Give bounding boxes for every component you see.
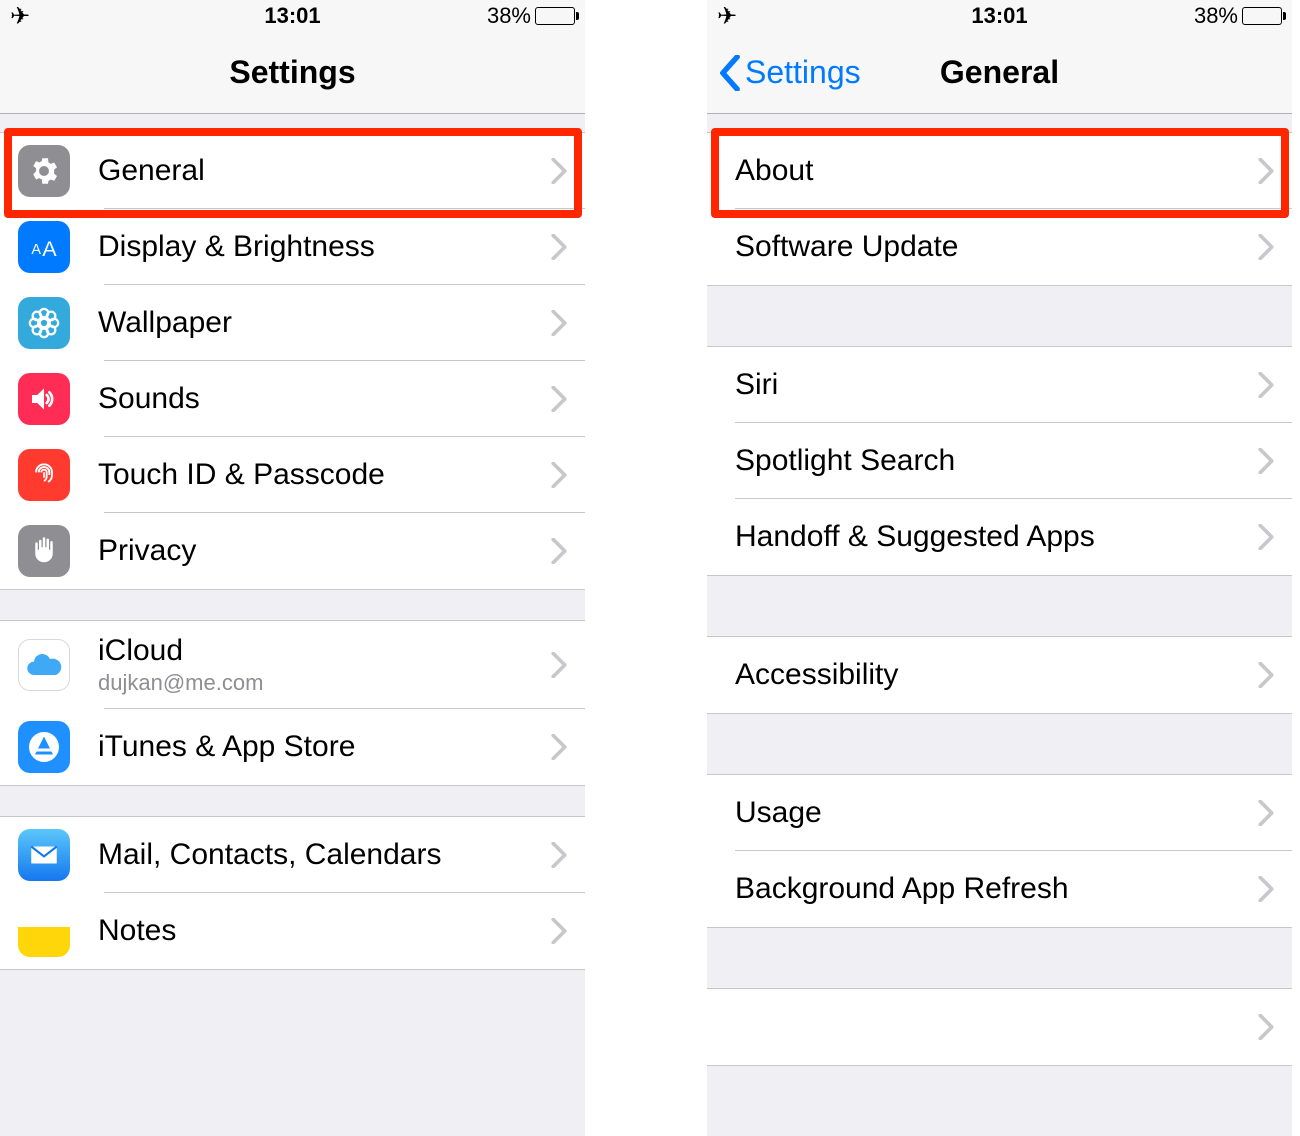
mail-icon [18,829,70,881]
row-software-update[interactable]: Software Update [707,209,1292,285]
battery-percentage: 38% [1194,3,1238,29]
row-label: General [98,154,551,188]
status-time: 13:01 [971,3,1027,29]
row-label: Notes [98,914,551,948]
row-handoff[interactable]: Handoff & Suggested Apps [707,499,1292,575]
back-label: Settings [745,54,861,91]
svg-text:A: A [31,242,41,258]
row-label: Sounds [98,382,551,416]
row-label: Mail, Contacts, Calendars [98,838,551,872]
row-sounds[interactable]: Sounds [0,361,585,437]
row-spotlight[interactable]: Spotlight Search [707,423,1292,499]
chevron-right-icon [1258,448,1274,474]
chevron-right-icon [551,386,567,412]
gear-icon [18,145,70,197]
chevron-right-icon [1258,662,1274,688]
appstore-icon [18,721,70,773]
flower-icon [18,297,70,349]
chevron-right-icon [551,234,567,260]
row-label: Touch ID & Passcode [98,458,551,492]
row-usage[interactable]: Usage [707,775,1292,851]
row-label: Software Update [735,230,1258,264]
row-blank[interactable] [707,989,1292,1065]
row-label: Wallpaper [98,306,551,340]
row-display[interactable]: AA Display & Brightness [0,209,585,285]
row-siri[interactable]: Siri [707,347,1292,423]
row-label: Spotlight Search [735,444,1258,478]
chevron-right-icon [1258,372,1274,398]
cloud-icon [18,639,70,691]
battery-icon [1242,7,1282,25]
settings-group-3: Mail, Contacts, Calendars Notes [0,816,585,970]
row-accessibility[interactable]: Accessibility [707,637,1292,713]
airplane-mode-icon: ✈︎ [717,2,737,31]
notes-icon [18,905,70,957]
chevron-right-icon [551,918,567,944]
chevron-right-icon [1258,524,1274,550]
fingerprint-icon [18,449,70,501]
general-group-4: Usage Background App Refresh [707,774,1292,928]
settings-screen: ✈︎ 13:01 38% Settings General AA Display [0,0,589,1136]
chevron-right-icon [551,652,567,678]
row-icloud[interactable]: iCloud dujkan@me.com [0,621,585,709]
row-label: About [735,154,1258,188]
row-mail[interactable]: Mail, Contacts, Calendars [0,817,585,893]
status-time: 13:01 [264,3,320,29]
row-appstore[interactable]: iTunes & App Store [0,709,585,785]
settings-group-1: General AA Display & Brightness Wallpape… [0,132,585,590]
row-touchid[interactable]: Touch ID & Passcode [0,437,585,513]
chevron-right-icon [1258,876,1274,902]
chevron-right-icon [551,158,567,184]
row-notes[interactable]: Notes [0,893,585,969]
status-bar: ✈︎ 13:01 38% [0,0,585,32]
row-bg-refresh[interactable]: Background App Refresh [707,851,1292,927]
svg-text:A: A [42,236,57,261]
row-label: Background App Refresh [735,872,1258,906]
general-group-2: Siri Spotlight Search Handoff & Suggeste… [707,346,1292,576]
row-sublabel: dujkan@me.com [98,670,551,696]
nav-bar: Settings [0,32,585,114]
back-button[interactable]: Settings [719,54,861,91]
chevron-right-icon [551,310,567,336]
speaker-icon [18,373,70,425]
nav-bar: Settings General [707,32,1292,114]
row-general[interactable]: General [0,133,585,209]
row-label: Usage [735,796,1258,830]
general-screen: ✈︎ 13:01 38% Settings General About Soft… [707,0,1296,1136]
text-size-icon: AA [18,221,70,273]
chevron-right-icon [1258,1014,1274,1040]
screenshot-gap [589,0,707,1136]
row-about[interactable]: About [707,133,1292,209]
row-label: Display & Brightness [98,230,551,264]
chevron-right-icon [551,734,567,760]
row-wallpaper[interactable]: Wallpaper [0,285,585,361]
row-label: Handoff & Suggested Apps [735,520,1258,554]
status-bar: ✈︎ 13:01 38% [707,0,1292,32]
hand-icon [18,525,70,577]
chevron-right-icon [1258,158,1274,184]
general-group-3: Accessibility [707,636,1292,714]
row-label: Privacy [98,534,551,568]
chevron-right-icon [1258,234,1274,260]
general-group-1: About Software Update [707,132,1292,286]
general-group-5 [707,988,1292,1066]
row-label: Accessibility [735,658,1258,692]
row-label: iCloud [98,634,551,668]
battery-percentage: 38% [487,3,531,29]
battery-icon [535,7,575,25]
settings-group-2: iCloud dujkan@me.com iTunes & App Store [0,620,585,786]
page-title: General [940,54,1059,91]
chevron-right-icon [551,462,567,488]
chevron-right-icon [551,842,567,868]
row-label: Siri [735,368,1258,402]
row-label: iTunes & App Store [98,730,551,764]
chevron-right-icon [551,538,567,564]
chevron-right-icon [1258,800,1274,826]
page-title: Settings [229,54,355,91]
airplane-mode-icon: ✈︎ [10,2,30,31]
row-privacy[interactable]: Privacy [0,513,585,589]
